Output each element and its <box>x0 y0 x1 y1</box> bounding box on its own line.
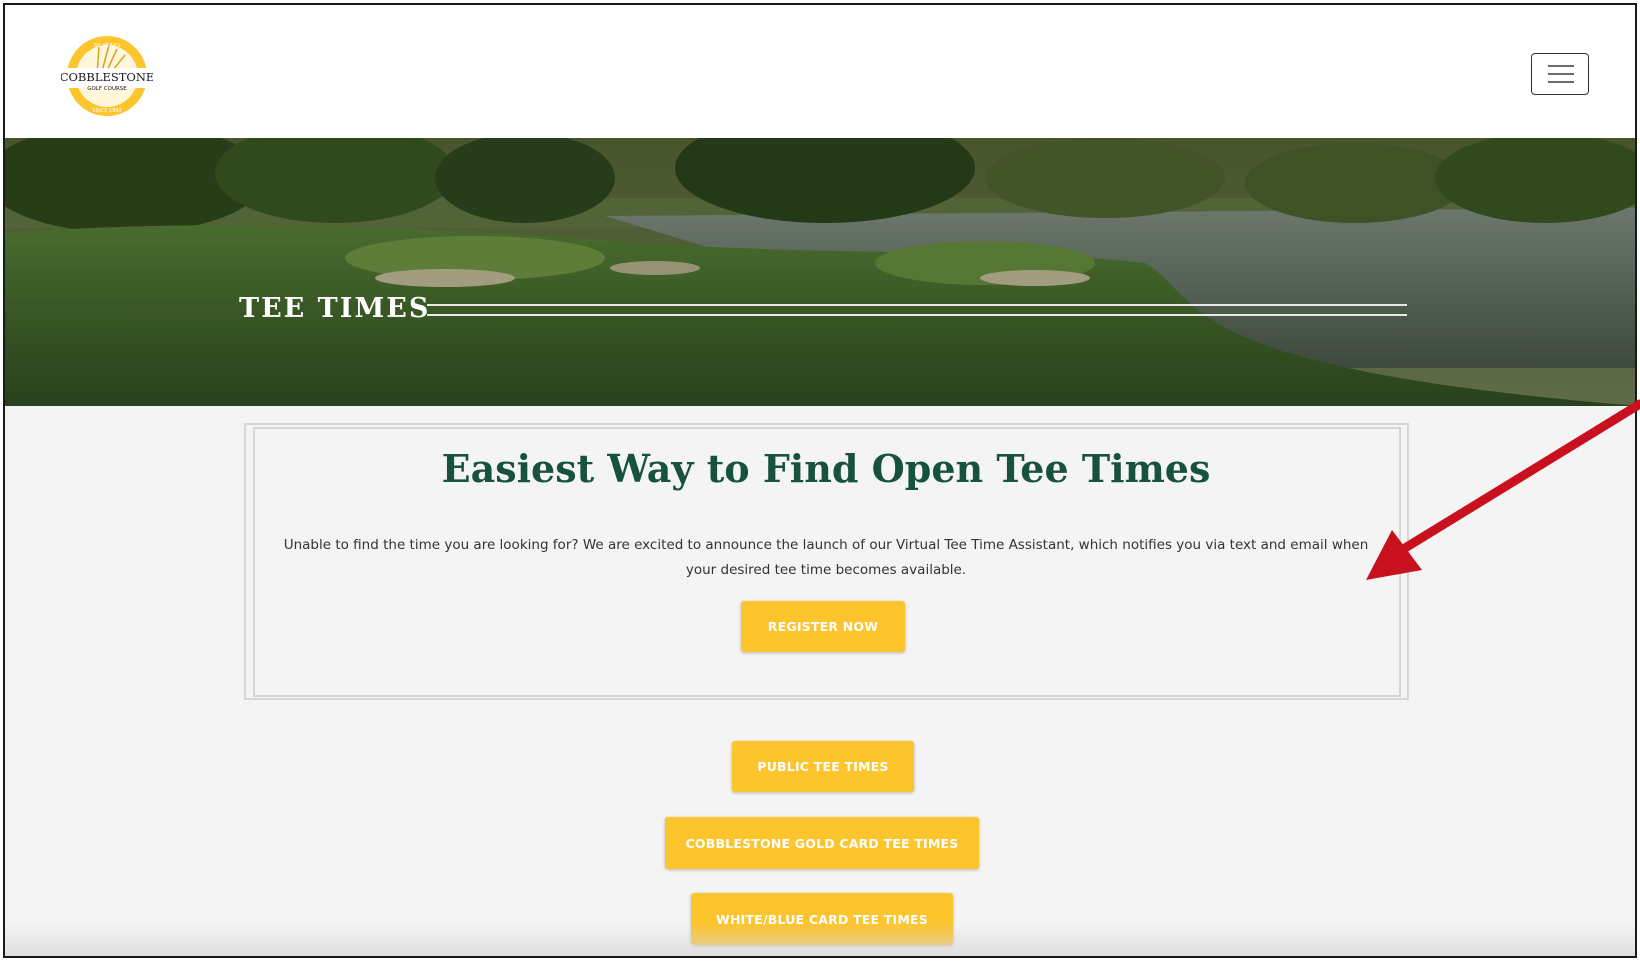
red-arrow-annotation-icon <box>1366 399 1640 580</box>
